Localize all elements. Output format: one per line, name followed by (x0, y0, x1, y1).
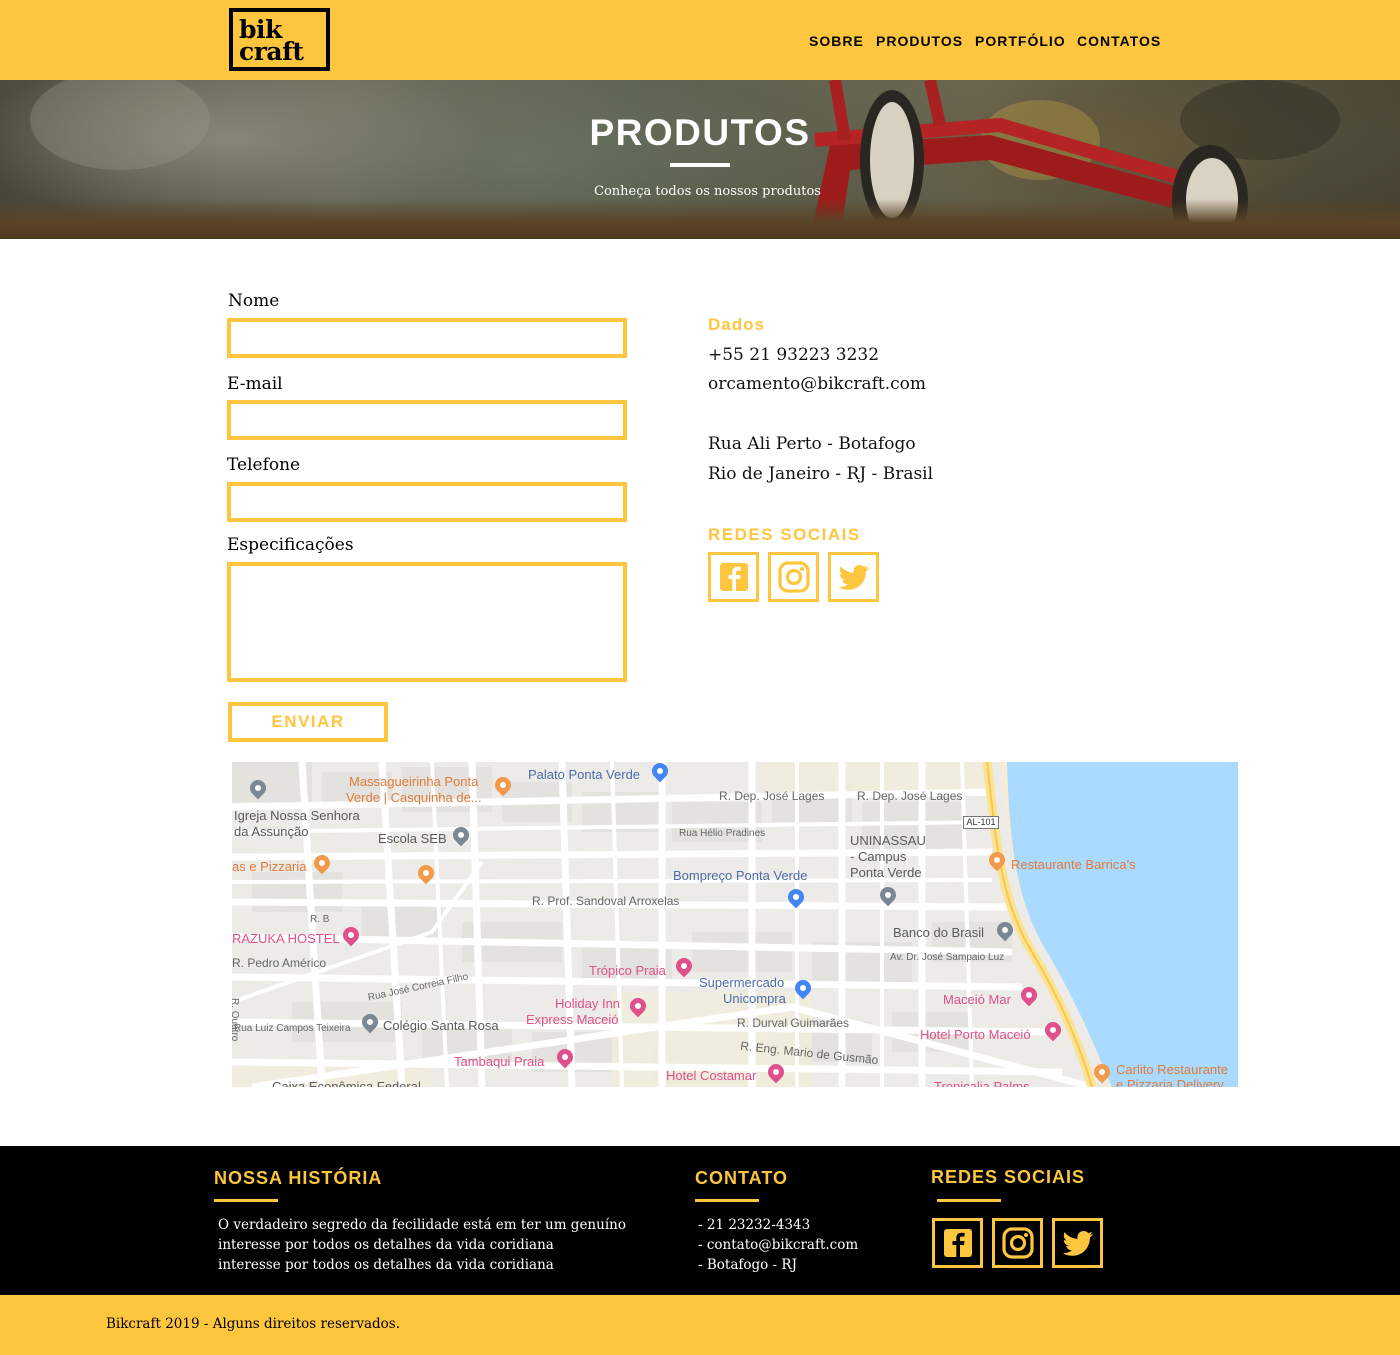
twitter-icon (838, 565, 869, 590)
poi-hotel-porto-maceio[interactable]: Hotel Porto Maceió (920, 1027, 1031, 1042)
nav-item-contatos[interactable]: CONTATOS (1077, 33, 1161, 49)
poi-carlito-restaurante-line2[interactable]: e Pizzaria Delivery (1116, 1077, 1224, 1087)
hero-banner: PRODUTOS Conheça todos os nossos produto… (0, 80, 1400, 239)
footer-twitter-button[interactable] (1052, 1218, 1103, 1268)
footer-social-bar (937, 1199, 1001, 1202)
facebook-icon (719, 563, 748, 591)
site-footer: NOSSA HISTÓRIA O verdadeiro segredo da f… (0, 1146, 1400, 1295)
route-badge-al101: AL-101 (963, 816, 999, 829)
poi-tambaqui-praia[interactable]: Tambaqui Praia (454, 1054, 544, 1069)
contact-email[interactable]: orcamento@bikcraft.com (708, 374, 926, 394)
bikcraft-logo[interactable]: bik craft (229, 8, 330, 71)
footer-contact-email[interactable]: - contato@bikcraft.com (698, 1235, 858, 1255)
street-r-quatro: R. Quatro (232, 998, 240, 1042)
poi-restaurante-barricas[interactable]: Restaurante Barrica's (1011, 857, 1136, 872)
label-especificacoes: Especificações (227, 535, 354, 555)
footer-contact-address: - Botafogo - RJ (698, 1257, 797, 1273)
street-dep-jose-lages-2: R. Dep. José Lages (857, 789, 963, 803)
redes-sociais-heading: REDES SOCIAIS (708, 525, 861, 544)
poi-bompreco[interactable]: Bompreço Ponta Verde (673, 868, 807, 883)
poi-uninassau-line3[interactable]: Ponta Verde (850, 865, 922, 880)
poi-banco-do-brasil[interactable]: Banco do Brasil (893, 925, 984, 940)
poi-maceio-mar[interactable]: Maceió Mar (943, 992, 1011, 1007)
footer-history-heading: NOSSA HISTÓRIA (214, 1168, 383, 1188)
poi-igreja-line2[interactable]: da Assunção (234, 824, 308, 839)
poi-massagueirinha[interactable]: Massagueirinha Ponta (349, 774, 478, 789)
email-input[interactable] (227, 400, 627, 440)
street-luiz-campos-teixeira: Rua Luiz Campos Teixeira (234, 1023, 351, 1034)
poi-tropicalia-palms[interactable]: Tropicalia Palms (934, 1079, 1030, 1087)
title-underline (670, 163, 730, 167)
twitter-icon (1062, 1231, 1093, 1256)
contact-address-line2: Rio de Janeiro - RJ - Brasil (708, 464, 934, 484)
enviar-button[interactable]: ENVIAR (228, 702, 388, 742)
nav-item-produtos[interactable]: PRODUTOS (876, 33, 963, 49)
footer-contact-phone: - 21 23232-4343 (698, 1217, 811, 1233)
location-map[interactable]: AL-101 Massagueirinha Ponta Verde | Casq… (232, 762, 1238, 1087)
poi-colegio-santa-rosa[interactable]: Colégio Santa Rosa (383, 1018, 499, 1033)
poi-holiday-inn-line2[interactable]: Express Maceió (526, 1012, 618, 1027)
poi-razuka-hostel[interactable]: RAZUKA HOSTEL (232, 931, 340, 946)
especificacoes-textarea[interactable] (227, 562, 627, 682)
dados-heading: Dados (708, 315, 765, 334)
poi-massagueirinha-line2[interactable]: Verde | Casquinha de... (346, 790, 482, 805)
poi-escola-seb[interactable]: Escola SEB (378, 831, 447, 846)
footer-history-line: interesse por todos os detalhes da vida … (218, 1237, 554, 1253)
footer-contact-bar (695, 1199, 759, 1202)
street-jose-sampaio-luz: Av. Dr. José Sampaio Luz (890, 952, 1005, 963)
telefone-input[interactable] (227, 482, 627, 522)
hero-grass (0, 199, 1400, 239)
facebook-button[interactable] (708, 552, 759, 602)
street-r-b: R. B (310, 914, 330, 925)
instagram-icon (1001, 1227, 1034, 1259)
poi-tropico-praia[interactable]: Trópico Praia (589, 963, 666, 978)
footer-instagram-button[interactable] (992, 1218, 1043, 1268)
footer-history-line: interesse por todos os detalhes da vida … (218, 1257, 554, 1273)
page-subtitle: Conheça todos os nossos produtos (594, 184, 821, 199)
poi-pizzaria[interactable]: as e Pizzaria (232, 859, 306, 874)
street-sandoval-arroxelas: R. Prof. Sandoval Arroxelas (532, 894, 680, 908)
poi-palato-ponta-verde[interactable]: Palato Ponta Verde (528, 767, 640, 782)
label-telefone: Telefone (227, 455, 301, 475)
contact-address-line1: Rua Ali Perto - Botafogo (708, 434, 916, 454)
street-helio-pradines: Rua Hélio Pradines (679, 828, 766, 839)
twitter-button[interactable] (828, 552, 879, 602)
contact-phone: +55 21 93223 3232 (708, 345, 880, 365)
nav-item-sobre[interactable]: SOBRE (809, 33, 864, 49)
page-title: PRODUTOS (589, 112, 811, 153)
poi-caixa-economica[interactable]: Caixa Econômica Federal (272, 1079, 421, 1087)
copyright-bar: Bikcraft 2019 - Alguns direitos reservad… (0, 1295, 1400, 1355)
site-header: bik craft SOBRE PRODUTOS PORTFÓLIO CONTA… (0, 0, 1400, 80)
poi-holiday-inn[interactable]: Holiday Inn (555, 996, 620, 1011)
label-email: E-mail (227, 374, 283, 394)
poi-igreja[interactable]: Igreja Nossa Senhora (234, 808, 360, 823)
street-durval-guimaraes: R. Durval Guimarães (737, 1016, 850, 1030)
footer-contact-heading: CONTATO (695, 1168, 788, 1188)
footer-social-heading: REDES SOCIAIS (931, 1167, 1086, 1187)
poi-hotel-costamar[interactable]: Hotel Costamar (666, 1068, 756, 1083)
poi-uninassau-line2[interactable]: - Campus (850, 849, 906, 864)
label-nome: Nome (228, 291, 280, 311)
poi-supermercado-line2[interactable]: Unicompra (723, 991, 786, 1006)
street-pedro-americo: R. Pedro Américo (232, 956, 327, 970)
poi-supermercado[interactable]: Supermercado (699, 975, 784, 990)
street-dep-jose-lages: R. Dep. José Lages (719, 789, 825, 803)
footer-history-bar (214, 1199, 278, 1202)
poi-carlito-restaurante[interactable]: Carlito Restaurante (1116, 1062, 1228, 1077)
footer-facebook-button[interactable] (932, 1218, 983, 1268)
footer-history-line: O verdadeiro segredo da fecilidade está … (218, 1217, 626, 1233)
instagram-icon (777, 561, 810, 593)
copyright-text: Bikcraft 2019 - Alguns direitos reservad… (106, 1316, 400, 1332)
nome-input[interactable] (227, 318, 627, 358)
facebook-icon (943, 1229, 972, 1257)
map-base (232, 762, 1238, 1087)
instagram-button[interactable] (768, 552, 819, 602)
nav-item-portfolio[interactable]: PORTFÓLIO (975, 33, 1066, 49)
logo-line2: craft (239, 37, 304, 66)
poi-uninassau[interactable]: UNINASSAU (850, 833, 926, 848)
